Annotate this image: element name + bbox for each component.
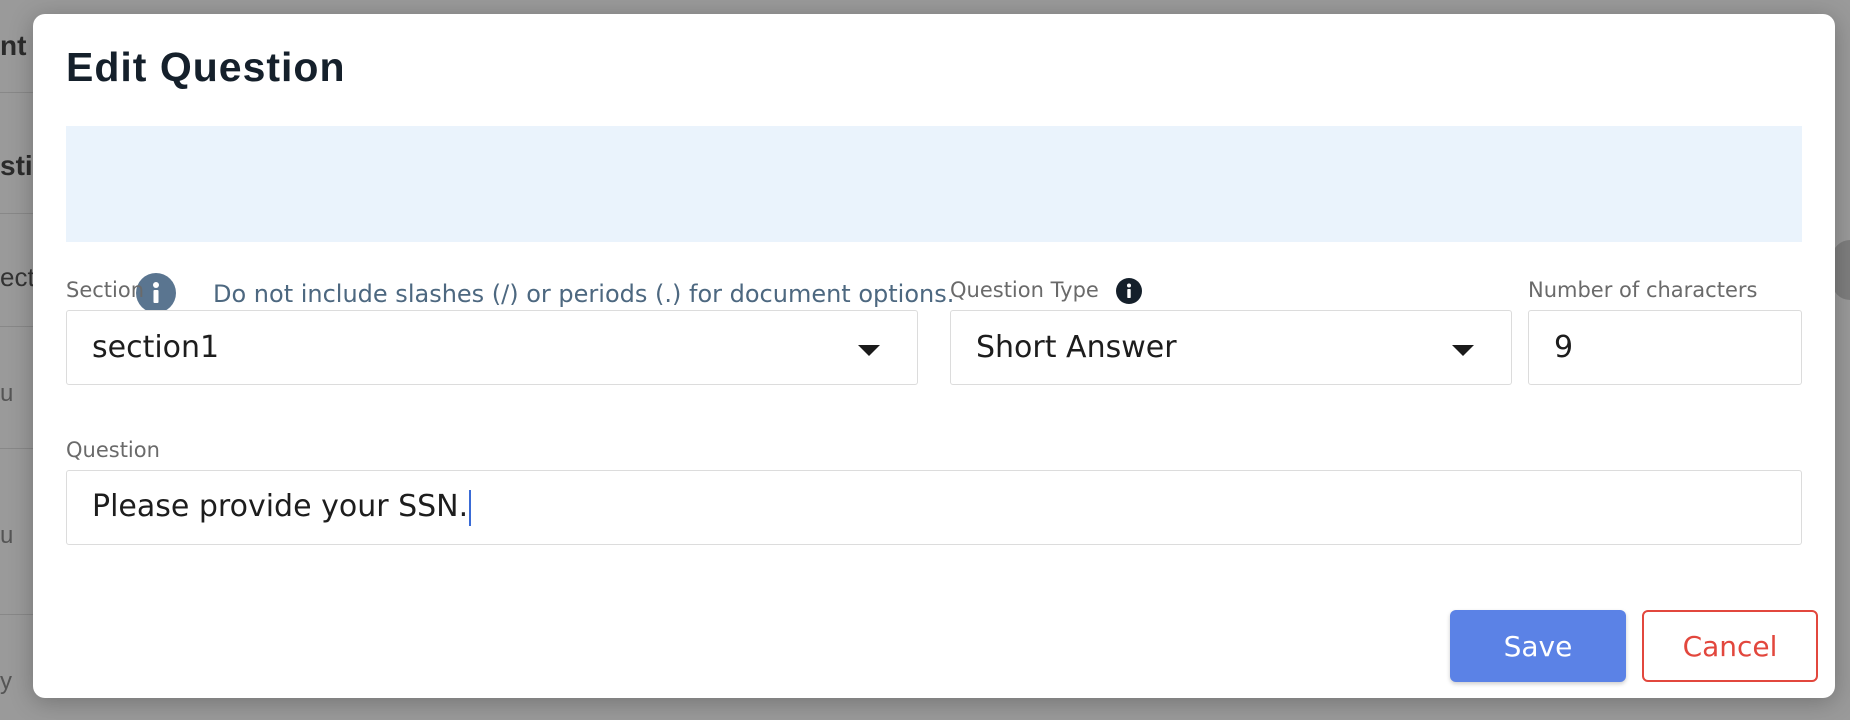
section-label: Section xyxy=(66,278,145,302)
question-label: Question xyxy=(66,438,160,462)
number-of-characters-label: Number of characters xyxy=(1528,278,1758,302)
modal-title: Edit Question xyxy=(66,44,346,90)
edit-question-modal: Edit Question Do not include slashes (/)… xyxy=(33,14,1835,698)
background-divider xyxy=(0,92,33,93)
question-type-select-value: Short Answer xyxy=(976,330,1177,365)
info-banner-text: Do not include slashes (/) or periods (.… xyxy=(213,280,955,308)
question-input-value: Please provide your SSN. xyxy=(67,489,472,526)
background-row-fragment: u xyxy=(0,522,14,549)
background-section-fragment: ecti xyxy=(0,262,33,292)
info-banner: Do not include slashes (/) or periods (.… xyxy=(66,126,1802,313)
background-title-fragment: nt L xyxy=(0,30,33,61)
section-select-value: section1 xyxy=(92,330,220,365)
text-cursor xyxy=(469,489,472,526)
caret-down-icon xyxy=(858,345,880,356)
question-type-info-icon[interactable] xyxy=(1116,278,1142,304)
question-type-select[interactable]: Short Answer xyxy=(950,310,1512,385)
background-row-fragment: u xyxy=(0,380,14,407)
background-row-fragment: y xyxy=(0,668,12,695)
save-button[interactable]: Save xyxy=(1450,610,1626,682)
question-input[interactable]: Please provide your SSN. xyxy=(66,470,1802,545)
background-divider xyxy=(0,213,33,214)
background-divider xyxy=(0,448,33,449)
number-of-characters-input[interactable]: 9 xyxy=(1528,310,1802,385)
background-divider xyxy=(0,614,33,615)
caret-down-icon xyxy=(1452,345,1474,356)
background-divider xyxy=(0,326,33,327)
section-select[interactable]: section1 xyxy=(66,310,918,385)
cancel-button[interactable]: Cancel xyxy=(1642,610,1818,682)
question-type-label: Question Type xyxy=(950,278,1099,302)
question-input-text: Please provide your SSN. xyxy=(92,489,469,525)
number-of-characters-value: 9 xyxy=(1554,330,1574,365)
background-subtitle-fragment: sti xyxy=(0,150,33,181)
